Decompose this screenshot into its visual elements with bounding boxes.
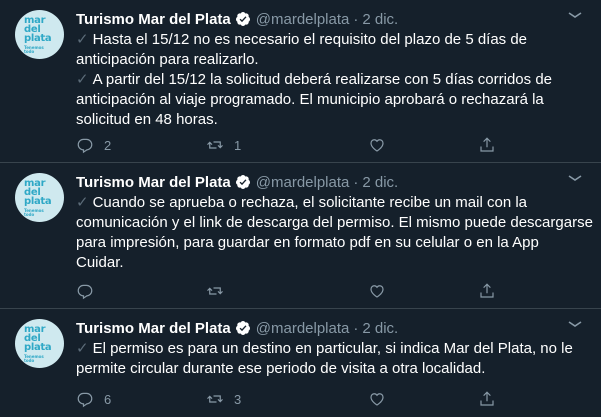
tweet-actions: 2 1 [76, 136, 526, 156]
separator: · [353, 173, 359, 191]
tweet-text-line: solicitud en 48 horas. [76, 111, 218, 128]
tweet-text-line: comunicación y el link de descarga del p… [76, 214, 593, 231]
like-button[interactable] [368, 282, 396, 300]
tweet-text-line: para impresión, para guardar en formato … [76, 234, 539, 251]
tweet-text-line: ✓ Hasta el 15/12 no es necesario el requi… [76, 31, 528, 48]
tweet-actions [76, 282, 526, 302]
like-icon [370, 139, 384, 152]
reply-icon [77, 392, 93, 408]
reply-button[interactable]: 2 [76, 136, 111, 154]
avatar[interactable]: mar del plata Tenemos todo [15, 319, 64, 368]
author-handle[interactable]: @mardelplata [256, 11, 350, 28]
like-icon [370, 393, 384, 406]
tweet-text-line: anticipación para realizarlo. [76, 51, 259, 68]
tweet-actions: 6 3 [76, 390, 526, 410]
check-mark-icon: ✓ [76, 31, 89, 48]
like-button[interactable] [368, 136, 396, 154]
check-mark-icon: ✓ [76, 71, 89, 88]
tweet-text: ✓ El permiso es para un destino en partic… [76, 339, 581, 379]
tweet-text-line: permite circular durante ese periodo de … [76, 360, 486, 377]
reply-icon [77, 138, 93, 154]
reply-button[interactable]: 6 [76, 390, 111, 408]
tweet-text-line: Cuidar. [76, 254, 124, 271]
retweet-count: 1 [234, 137, 242, 153]
retweet-icon [207, 141, 223, 149]
tweet-text: ✓ Hasta el 15/12 no es necesario el requi… [76, 30, 581, 130]
verified-badge-icon [235, 321, 250, 335]
retweet-button[interactable]: 3 [206, 390, 241, 408]
like-button[interactable] [368, 390, 396, 408]
share-icon [480, 283, 494, 298]
retweet-icon [207, 395, 223, 403]
check-mark-icon: ✓ [76, 340, 89, 357]
separator: · [353, 319, 359, 337]
tweet[interactable]: mar del plata Tenemos todo Turismo Mar d… [0, 309, 601, 417]
avatar-logo-tagline: Tenemos todo [24, 45, 44, 54]
avatar-logo-tagline: Tenemos todo [24, 354, 44, 363]
share-button[interactable] [478, 282, 496, 300]
tweet[interactable]: mar del plata Tenemos todo Turismo Mar d… [0, 0, 601, 163]
timeline: mar del plata Tenemos todo Turismo Mar d… [0, 0, 601, 417]
author-handle[interactable]: @mardelplata [256, 320, 350, 337]
avatar-logo: mar del plata [24, 178, 52, 207]
tweet-text-line: ✓ A partir del 15/12 la solicitud deberá … [76, 71, 553, 88]
reply-count: 6 [104, 391, 112, 407]
tweet-date[interactable]: 2 dic. [362, 174, 398, 191]
reply-button[interactable] [76, 282, 104, 300]
tweet[interactable]: mar del plata Tenemos todo Turismo Mar d… [0, 163, 601, 309]
chevron-down-icon[interactable] [566, 321, 584, 327]
tweet-date[interactable]: 2 dic. [362, 11, 398, 28]
share-button[interactable] [478, 390, 496, 408]
check-mark-icon: ✓ [76, 194, 89, 211]
author-handle[interactable]: @mardelplata [256, 174, 350, 191]
retweet-button[interactable]: 1 [206, 136, 241, 154]
share-icon [480, 137, 494, 152]
retweet-icon [207, 287, 223, 295]
tweet-text-line: ✓ El permiso es para un destino en partic… [76, 340, 573, 357]
tweet-header: Turismo Mar del Plata @mardelplata · 2 d… [76, 173, 398, 191]
avatar-logo-tagline: Tenemos todo [24, 208, 44, 217]
avatar[interactable]: mar del plata Tenemos todo [15, 10, 64, 59]
chevron-down-icon[interactable] [566, 175, 584, 181]
like-icon [370, 285, 384, 298]
author-name[interactable]: Turismo Mar del Plata [76, 174, 231, 191]
avatar[interactable]: mar del plata Tenemos todo [15, 173, 64, 222]
verified-badge-icon [235, 175, 250, 189]
retweet-count: 3 [234, 391, 242, 407]
tweet-date[interactable]: 2 dic. [362, 320, 398, 337]
avatar-logo: mar del plata [24, 324, 52, 353]
tweet-header: Turismo Mar del Plata @mardelplata · 2 d… [76, 319, 398, 337]
tweet-text: ✓ Cuando se aprueba o rechaza, el solicit… [76, 193, 593, 273]
avatar-logo: mar del plata [24, 15, 52, 44]
separator: · [353, 10, 359, 28]
author-name[interactable]: Turismo Mar del Plata [76, 320, 231, 337]
tweet-header: Turismo Mar del Plata @mardelplata · 2 d… [76, 10, 398, 28]
chevron-down-icon[interactable] [566, 12, 584, 18]
tweet-text-line: anticipación al viaje programado. El mun… [76, 91, 544, 108]
share-icon [480, 391, 494, 406]
reply-icon [77, 284, 93, 300]
retweet-button[interactable] [206, 282, 234, 300]
share-button[interactable] [478, 136, 496, 154]
reply-count: 2 [104, 137, 112, 153]
author-name[interactable]: Turismo Mar del Plata [76, 11, 231, 28]
verified-badge-icon [235, 12, 250, 26]
tweet-text-line: ✓ Cuando se aprueba o rechaza, el solicit… [76, 194, 528, 211]
